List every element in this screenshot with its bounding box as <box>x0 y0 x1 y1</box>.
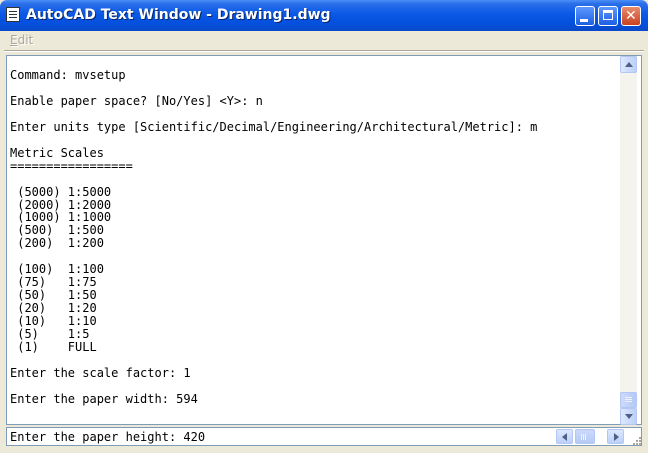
history-line: (5000) 1:5000 <box>10 184 112 199</box>
minimize-icon <box>580 19 588 22</box>
close-button[interactable]: ✕ <box>621 6 641 26</box>
history-line: Command: mvsetup <box>10 68 126 82</box>
history-line: (500) 1:500 <box>10 223 104 238</box>
resize-grip-icon[interactable] <box>630 436 642 448</box>
menu-bar: Edit <box>4 31 644 50</box>
history-line: (2000) 1:2000 <box>10 197 112 212</box>
text-window: AutoCAD Text Window - Drawing1.dwg ✕ Edi… <box>0 0 648 453</box>
history-line: Enter the paper width: 594 <box>10 391 198 406</box>
arrow-left-icon <box>562 433 567 441</box>
horizontal-scroll-thumb[interactable] <box>575 429 595 444</box>
command-line-text: Enter the paper height: 420 <box>10 430 206 444</box>
history-line: ================= <box>10 158 133 173</box>
history-line: (200) 1:200 <box>10 236 104 251</box>
history-line: Enter the scale factor: 1 <box>10 365 191 380</box>
history-text: Command: mvsetup Enable paper space? [No… <box>10 69 537 406</box>
maximize-icon <box>603 10 613 20</box>
history-line: (75) 1:75 <box>10 275 97 290</box>
arrow-down-icon <box>625 414 633 419</box>
arrow-up-icon <box>625 62 633 67</box>
scroll-left-button[interactable] <box>556 429 573 444</box>
history-line: (1000) 1:1000 <box>10 210 112 225</box>
history-line: (50) 1:50 <box>10 288 97 303</box>
horizontal-scrollbar[interactable] <box>556 429 624 444</box>
history-line: Enable paper space? [No/Yes] <Y>: n <box>10 93 263 108</box>
window-title: AutoCAD Text Window - Drawing1.dwg <box>26 7 331 23</box>
history-line: (20) 1:20 <box>10 301 97 316</box>
menu-mnemonic: E <box>10 33 18 47</box>
minimize-button[interactable] <box>575 6 595 26</box>
close-icon: ✕ <box>625 8 637 24</box>
menu-item-edit[interactable]: Edit <box>10 33 33 47</box>
command-line[interactable]: Enter the paper height: 420 <box>6 427 642 446</box>
vertical-scrollbar[interactable] <box>620 56 637 425</box>
history-line: Metric Scales <box>10 145 104 160</box>
menu-separator <box>4 50 644 52</box>
command-history[interactable]: Command: mvsetup Enable paper space? [No… <box>6 55 642 425</box>
history-line: (1) FULL <box>10 340 97 355</box>
scroll-right-button[interactable] <box>607 429 624 444</box>
history-line: (10) 1:10 <box>10 314 97 329</box>
history-line: Enter units type [Scientific/Decimal/Eng… <box>10 119 538 134</box>
history-line: (100) 1:100 <box>10 262 104 277</box>
scroll-up-button[interactable] <box>620 56 637 73</box>
menu-label-rest: dit <box>17 33 34 47</box>
text-window-icon[interactable] <box>6 7 20 22</box>
arrow-right-icon <box>614 433 619 441</box>
title-bar[interactable]: AutoCAD Text Window - Drawing1.dwg ✕ <box>0 0 648 31</box>
scroll-down-button[interactable] <box>620 408 637 425</box>
vertical-scroll-thumb[interactable] <box>620 392 637 408</box>
history-line: (5) 1:5 <box>10 327 90 342</box>
maximize-button[interactable] <box>598 6 618 26</box>
